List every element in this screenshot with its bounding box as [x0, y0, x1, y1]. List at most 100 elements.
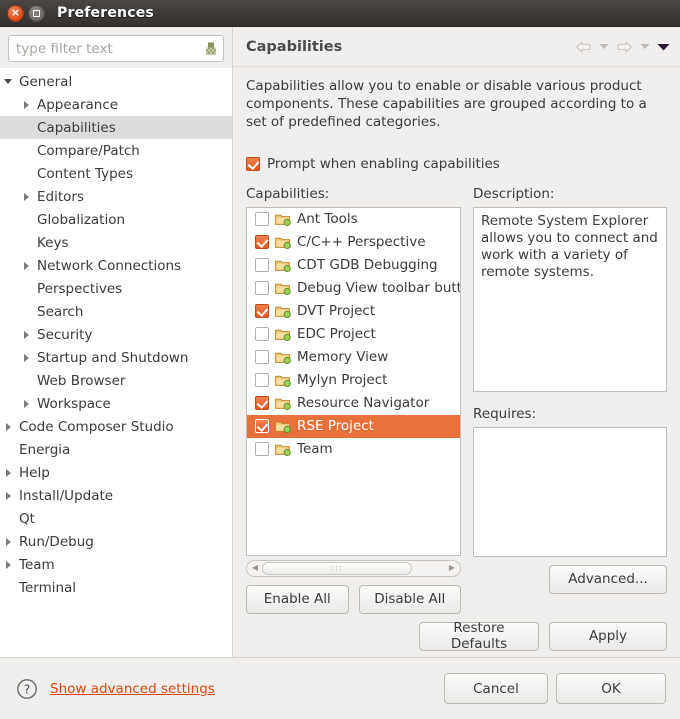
capability-checkbox[interactable]	[255, 373, 269, 388]
capability-list-item[interactable]: Resource Navigator	[247, 392, 460, 415]
chevron-down-icon[interactable]	[2, 76, 14, 88]
page-action-buttons: Restore Defaults Apply	[246, 620, 667, 652]
capability-checkbox[interactable]	[255, 212, 269, 227]
capability-checkbox[interactable]	[255, 419, 269, 434]
chevron-right-icon[interactable]	[20, 260, 32, 272]
capabilities-label: Capabilities:	[246, 185, 330, 202]
maximize-button[interactable]	[28, 4, 45, 22]
capability-checkbox[interactable]	[255, 258, 269, 273]
capability-checkbox[interactable]	[255, 350, 269, 365]
sidebar-item-keys[interactable]: Keys	[0, 231, 232, 254]
capability-checkbox[interactable]	[255, 442, 269, 457]
sidebar-item-search[interactable]: Search	[0, 300, 232, 323]
cancel-button[interactable]: Cancel	[444, 673, 548, 704]
capabilities-list[interactable]: Ant Tools C/C++ Perspective CDT GDB Debugg…	[246, 206, 461, 556]
forward-history-chevron-down-icon[interactable]	[640, 43, 650, 50]
chevron-right-icon[interactable]	[20, 329, 32, 341]
capability-list-item[interactable]: Memory View	[247, 346, 460, 369]
sidebar-item-network-connections[interactable]: Network Connections	[0, 254, 232, 277]
sidebar-item-help[interactable]: Help	[0, 461, 232, 484]
sidebar-item-capabilities[interactable]: Capabilities	[0, 116, 232, 139]
chevron-right-icon[interactable]	[2, 559, 14, 571]
capability-list-item[interactable]: Debug View toolbar butt	[247, 277, 460, 300]
enable-all-button[interactable]: Enable All	[246, 584, 349, 614]
filter-icon[interactable]	[204, 41, 218, 56]
chevron-right-icon[interactable]	[2, 421, 14, 433]
disable-all-button[interactable]: Disable All	[358, 584, 461, 614]
prompt-when-enabling-row[interactable]: Prompt when enabling capabilities	[246, 156, 667, 172]
chevron-right-icon[interactable]	[20, 191, 32, 203]
scroll-left-icon[interactable]: ◀	[248, 564, 262, 572]
sidebar-item-terminal[interactable]: Terminal	[0, 576, 232, 599]
capability-list-item[interactable]: Team	[247, 438, 460, 461]
ok-button[interactable]: OK	[556, 673, 666, 704]
capability-list-item[interactable]: CDT GDB Debugging	[247, 254, 460, 277]
close-button[interactable]: ×	[7, 4, 24, 22]
capability-checkbox[interactable]	[255, 281, 269, 296]
tree-expander-spacer	[20, 145, 32, 157]
capability-list-item[interactable]: Mylyn Project	[247, 369, 460, 392]
apply-button[interactable]: Apply	[549, 621, 667, 651]
advanced-button-row: Advanced...	[473, 564, 667, 594]
sidebar-item-web-browser[interactable]: Web Browser	[0, 369, 232, 392]
sidebar-item-content-types[interactable]: Content Types	[0, 162, 232, 185]
advanced-button[interactable]: Advanced...	[549, 564, 667, 594]
restore-defaults-button[interactable]: Restore Defaults	[419, 620, 539, 652]
capability-list-item[interactable]: C/C++ Perspective	[247, 231, 460, 254]
sidebar-item-perspectives[interactable]: Perspectives	[0, 277, 232, 300]
scroll-track[interactable]: :::	[262, 561, 445, 575]
requires-list[interactable]	[473, 426, 667, 557]
sidebar-item-label: Startup and Shutdown	[37, 349, 189, 366]
capability-label: EDC Project	[297, 326, 376, 343]
scroll-thumb[interactable]: :::	[262, 561, 413, 575]
view-menu-chevron-icon[interactable]	[657, 43, 670, 51]
capability-list-item[interactable]: EDC Project	[247, 323, 460, 346]
tree-expander-spacer	[20, 306, 32, 318]
sidebar-item-label: Run/Debug	[19, 533, 94, 550]
sidebar-item-energia[interactable]: Energia	[0, 438, 232, 461]
capability-checkbox[interactable]	[255, 235, 269, 250]
capability-checkbox[interactable]	[255, 304, 269, 319]
help-question-icon[interactable]: ?	[16, 678, 38, 700]
sidebar-item-general[interactable]: General	[0, 70, 232, 93]
sidebar-item-globalization[interactable]: Globalization	[0, 208, 232, 231]
sidebar-item-compare-patch[interactable]: Compare/Patch	[0, 139, 232, 162]
scroll-right-icon[interactable]: ▶	[445, 564, 459, 572]
capability-list-item[interactable]: RSE Project	[247, 414, 460, 438]
show-advanced-settings-link[interactable]: Show advanced settings	[50, 681, 215, 697]
capability-checkbox[interactable]	[255, 327, 269, 342]
chevron-right-icon[interactable]	[20, 398, 32, 410]
preferences-tree[interactable]: General Appearance Capabilities Compare/Pat…	[0, 68, 232, 657]
sidebar-item-workspace[interactable]: Workspace	[0, 392, 232, 415]
sidebar-item-appearance[interactable]: Appearance	[0, 93, 232, 116]
capability-checkbox[interactable]	[255, 396, 269, 411]
chevron-right-icon[interactable]	[2, 536, 14, 548]
capabilities-hscrollbar[interactable]: ◀ ::: ▶	[246, 559, 461, 577]
page-nav-tools	[575, 40, 670, 54]
sidebar-item-team[interactable]: Team	[0, 553, 232, 576]
prompt-when-enabling-checkbox[interactable]	[246, 156, 260, 171]
back-history-chevron-down-icon[interactable]	[599, 43, 609, 50]
chevron-right-icon[interactable]	[20, 99, 32, 111]
search-box[interactable]	[8, 35, 224, 62]
back-arrow-icon[interactable]	[575, 40, 592, 54]
sidebar-item-code-composer-studio[interactable]: Code Composer Studio	[0, 415, 232, 438]
chevron-right-icon[interactable]	[20, 352, 32, 364]
description-text: Remote System Explorer allows you to con…	[473, 206, 667, 392]
forward-arrow-icon[interactable]	[616, 40, 633, 54]
sidebar-item-qt[interactable]: Qt	[0, 507, 232, 530]
sidebar-item-run-debug[interactable]: Run/Debug	[0, 530, 232, 553]
chevron-right-icon[interactable]	[2, 467, 14, 479]
chevron-right-icon[interactable]	[2, 490, 14, 502]
sidebar-item-startup-and-shutdown[interactable]: Startup and Shutdown	[0, 346, 232, 369]
sidebar-item-security[interactable]: Security	[0, 323, 232, 346]
search-input[interactable]	[9, 36, 223, 61]
capability-list-item[interactable]: Ant Tools	[247, 208, 460, 231]
capability-list-item[interactable]: DVT Project	[247, 300, 460, 323]
sidebar-item-editors[interactable]: Editors	[0, 185, 232, 208]
sidebar-item-label: Content Types	[37, 165, 134, 182]
sidebar-item-label: Appearance	[37, 96, 119, 113]
details-column: Description: Remote System Explorer allo…	[473, 186, 667, 614]
capability-folder-icon	[275, 350, 291, 365]
sidebar-item-install-update[interactable]: Install/Update	[0, 484, 232, 507]
